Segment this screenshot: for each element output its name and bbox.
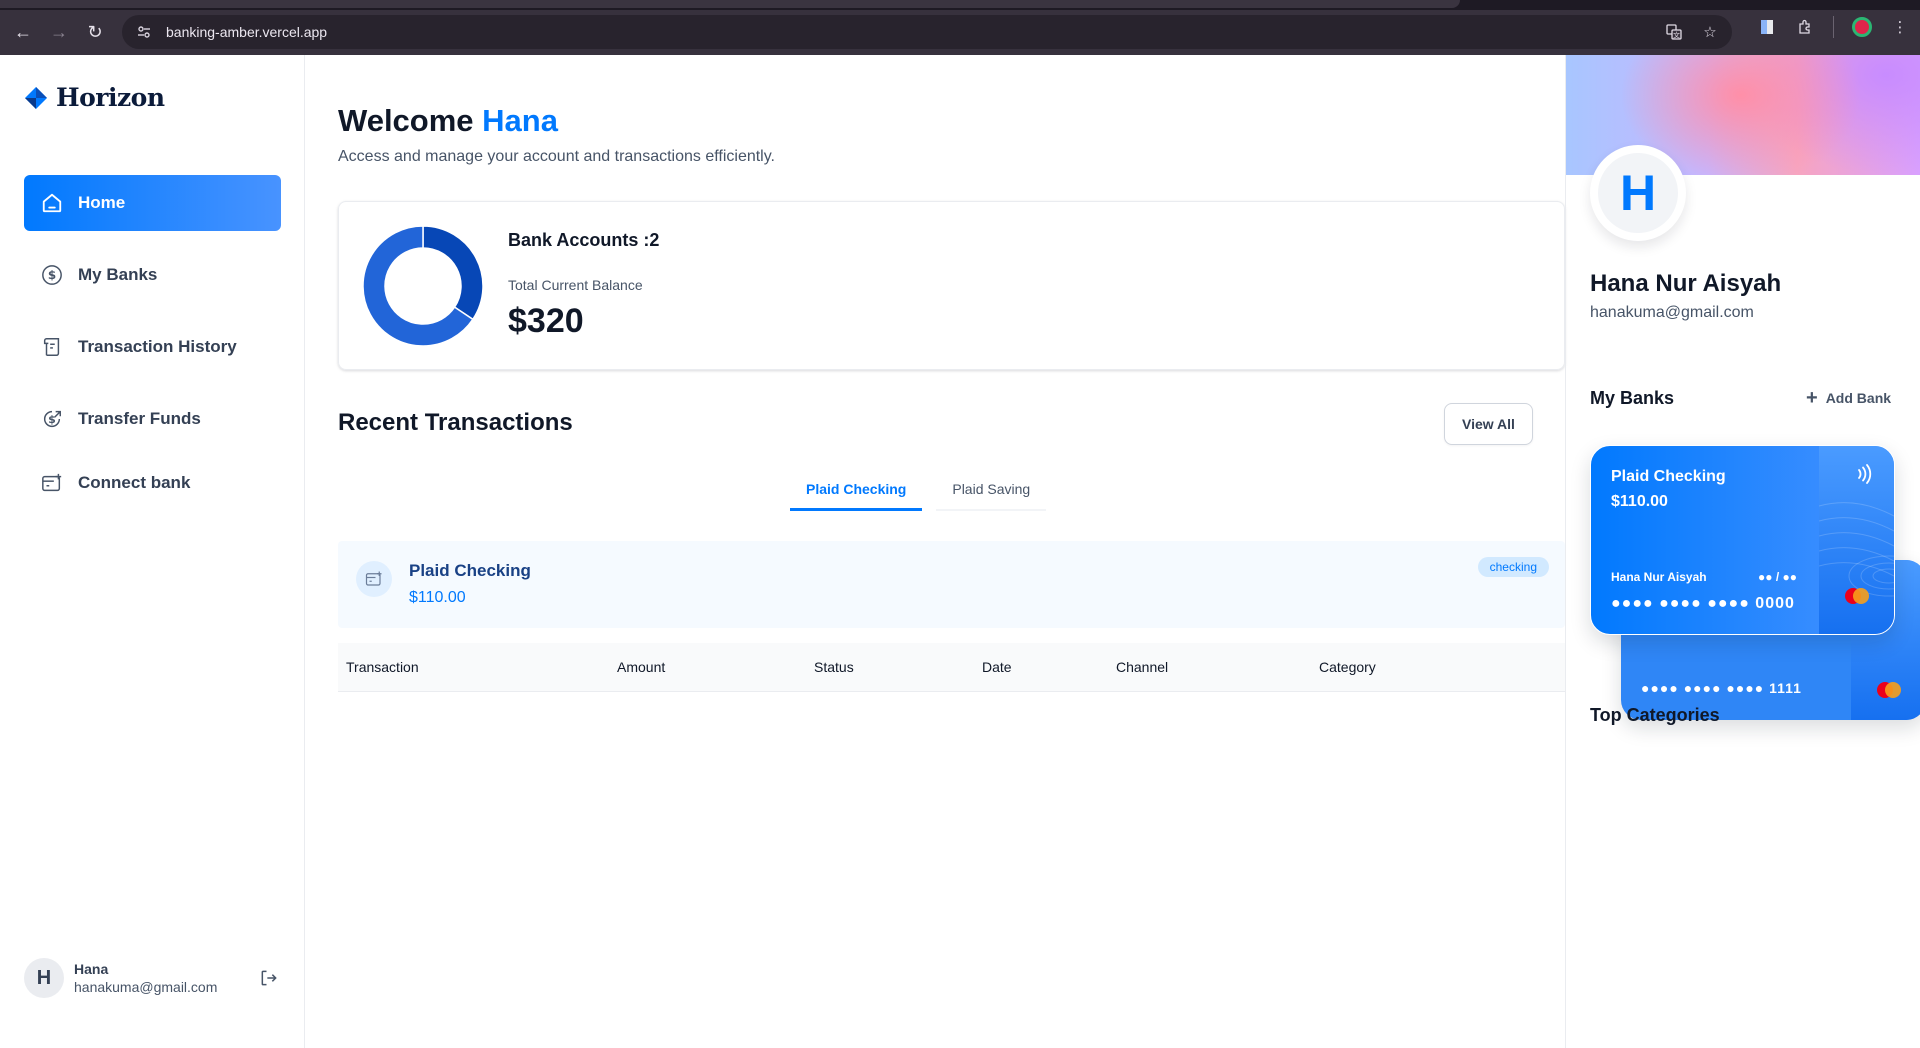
transactions-table-header: Transaction Amount Status Date Channel C… <box>338 643 1565 692</box>
main-content: Welcome Hana Access and manage your acco… <box>306 55 1565 1048</box>
mastercard-icon <box>1877 682 1901 698</box>
bank-info[interactable]: Plaid Checking $110.00 checking <box>338 541 1565 628</box>
profile-name: Hana Nur Aisyah <box>1590 270 1782 297</box>
card-balance: $110.00 <box>1611 493 1668 510</box>
card-add-icon <box>40 471 64 495</box>
forward-icon[interactable]: → <box>42 15 76 49</box>
bank-accounts-count: Bank Accounts :2 <box>508 230 660 250</box>
receipt-icon <box>40 335 64 359</box>
svg-text:$: $ <box>48 413 56 426</box>
column-header-status: Status <box>814 659 854 675</box>
menu-kebab-icon[interactable]: ⋮ <box>1890 17 1910 37</box>
tab-plaid-saving[interactable]: Plaid Saving <box>936 473 1047 511</box>
sidebar-user: H Hana hanakuma@gmail.com <box>24 958 281 998</box>
logo[interactable]: Horizon <box>24 83 165 112</box>
sidebar-item-label: Home <box>78 193 126 212</box>
mastercard-icon <box>1845 588 1869 604</box>
card-number: ●●●● ●●●● ●●●● 1111 <box>1641 680 1802 696</box>
user-email: hanakuma@gmail.com <box>74 979 218 995</box>
column-header-category: Category <box>1319 659 1376 675</box>
sidebar-item-label: Connect bank <box>78 473 191 492</box>
extension-icon[interactable] <box>1757 17 1777 37</box>
user-name: Hana <box>74 961 109 977</box>
sidebar-item-transaction-history[interactable]: Transaction History <box>24 319 281 375</box>
svg-text:$: $ <box>48 268 56 282</box>
svg-text:文: 文 <box>1673 31 1680 40</box>
welcome-text: Welcome <box>338 103 474 138</box>
card-add-icon <box>356 561 392 597</box>
browser-active-tab[interactable] <box>0 0 1460 8</box>
total-balance-label: Total Current Balance <box>508 277 643 293</box>
sidebar-nav: Home $ My Banks Transaction History $ Tr… <box>24 175 281 527</box>
welcome-name: Hana <box>482 103 558 138</box>
url-text: banking-amber.vercel.app <box>166 24 328 40</box>
bank-info-balance: $110.00 <box>409 589 466 606</box>
column-header-channel: Channel <box>1116 659 1169 675</box>
translate-icon[interactable]: 文 <box>1664 22 1684 42</box>
view-all-button[interactable]: View All <box>1444 403 1533 445</box>
card-number: ●●●● ●●●● ●●●● 0000 <box>1611 595 1795 612</box>
money-send-icon: $ <box>40 407 64 431</box>
sidebar-item-label: Transfer Funds <box>78 409 201 428</box>
add-bank-label: Add Bank <box>1825 390 1892 406</box>
bank-info-name: Plaid Checking <box>409 561 531 580</box>
card-expiry: ●● / ●● <box>1758 570 1797 584</box>
sidebar: Horizon Home $ My Banks Transaction Hist… <box>0 55 305 1048</box>
logout-icon[interactable] <box>257 966 281 990</box>
sidebar-item-transfer-funds[interactable]: $ Transfer Funds <box>24 391 281 447</box>
horizon-logo-icon <box>25 86 47 109</box>
plus-icon: + <box>1806 387 1818 409</box>
profile-avatar-icon[interactable] <box>1852 17 1872 37</box>
browser-tab-strip <box>0 0 1920 10</box>
bank-card-primary[interactable]: Plaid Checking $110.00 Hana Nur Aisyah ●… <box>1590 445 1895 635</box>
recent-transactions-title: Recent Transactions <box>338 409 573 436</box>
card-holder-name: Hana Nur Aisyah <box>1611 570 1707 584</box>
tab-plaid-checking[interactable]: Plaid Checking <box>790 473 923 511</box>
balance-donut-chart <box>363 226 483 346</box>
profile-avatar: H <box>1590 145 1686 241</box>
logo-text: Horizon <box>56 83 165 112</box>
sidebar-item-label: Transaction History <box>78 337 237 356</box>
bookmark-star-icon[interactable]: ☆ <box>1700 22 1720 42</box>
top-categories-title: Top Categories <box>1590 705 1720 725</box>
sidebar-item-my-banks[interactable]: $ My Banks <box>24 247 281 303</box>
toolbar-separator <box>1833 16 1834 38</box>
contactless-icon <box>1858 464 1872 484</box>
reload-icon[interactable]: ↻ <box>78 15 112 49</box>
column-header-transaction: Transaction <box>346 659 419 675</box>
page-title: Welcome Hana <box>338 103 558 139</box>
right-sidebar: H Hana Nur Aisyah hanakuma@gmail.com My … <box>1565 55 1920 1048</box>
card-bank-name: Plaid Checking <box>1611 468 1726 485</box>
sidebar-item-home[interactable]: Home <box>24 175 281 231</box>
browser-toolbar: ← → ↻ banking-amber.vercel.app 文 ☆ ⋮ <box>0 10 1920 55</box>
back-icon[interactable]: ← <box>6 15 40 49</box>
site-settings-icon[interactable] <box>136 24 152 40</box>
address-bar[interactable]: banking-amber.vercel.app 文 ☆ <box>122 15 1732 49</box>
page-subtitle: Access and manage your account and trans… <box>338 148 775 165</box>
home-icon <box>40 191 64 215</box>
dollar-circle-icon: $ <box>40 263 64 287</box>
profile-email: hanakuma@gmail.com <box>1590 304 1754 321</box>
sidebar-item-label: My Banks <box>78 265 158 284</box>
column-header-date: Date <box>982 659 1012 675</box>
total-balance-value: $320 <box>508 302 584 340</box>
avatar: H <box>24 958 64 998</box>
total-balance-card: Bank Accounts :2 Total Current Balance $… <box>338 201 1565 370</box>
column-header-amount: Amount <box>617 659 666 675</box>
extensions-puzzle-icon[interactable] <box>1795 17 1815 37</box>
donut-segment-0 <box>422 226 483 321</box>
add-bank-button[interactable]: + Add Bank <box>1806 387 1892 409</box>
bank-tabs: Plaid Checking Plaid Saving <box>790 473 1047 511</box>
account-type-badge: checking <box>1477 557 1549 577</box>
my-banks-title: My Banks <box>1590 388 1675 408</box>
sidebar-item-connect-bank[interactable]: Connect bank <box>24 455 281 511</box>
